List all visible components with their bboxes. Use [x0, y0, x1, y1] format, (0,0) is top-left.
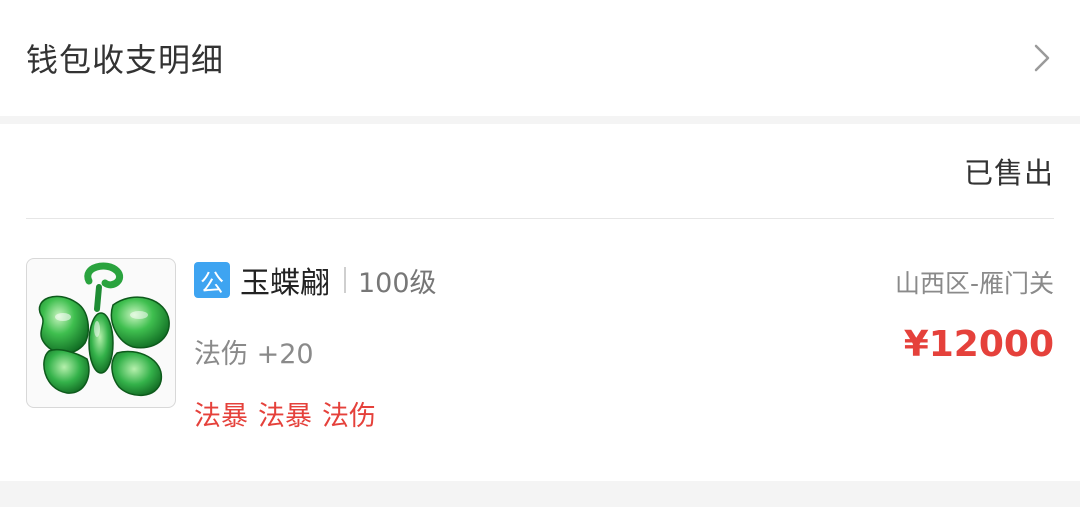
wallet-detail-title: 钱包收支明细: [26, 41, 225, 79]
item-price: ¥12000: [903, 324, 1054, 365]
server-name: 山西区-雁门关: [894, 269, 1054, 298]
item-trait: 法暴: [258, 401, 312, 432]
public-server-badge: 公: [194, 262, 230, 298]
item-thumbnail[interactable]: [26, 258, 176, 408]
item-traits: 法暴 法暴 法伤: [194, 394, 376, 433]
item-name-line: 公 玉蝶翩 100级: [194, 262, 437, 301]
item-level: 100级: [358, 267, 437, 299]
item-name: 玉蝶翩: [240, 266, 330, 301]
order-status-row: 已售出: [26, 124, 1054, 219]
item-attribute: 法伤 +20: [194, 339, 314, 370]
order-card[interactable]: 已售出 公 玉蝶翩 100级 山西区-雁门关 法伤 +20 ¥12000 法暴 …: [0, 124, 1080, 481]
divider: [344, 267, 346, 293]
order-status: 已售出: [963, 156, 1054, 190]
chevron-right-icon[interactable]: [1030, 42, 1054, 74]
wallet-detail-row[interactable]: 钱包收支明细: [0, 0, 1080, 116]
item-trait: 法伤: [322, 401, 376, 432]
item-trait: 法暴: [194, 401, 248, 432]
jade-butterfly-pendant-icon: [38, 262, 170, 396]
